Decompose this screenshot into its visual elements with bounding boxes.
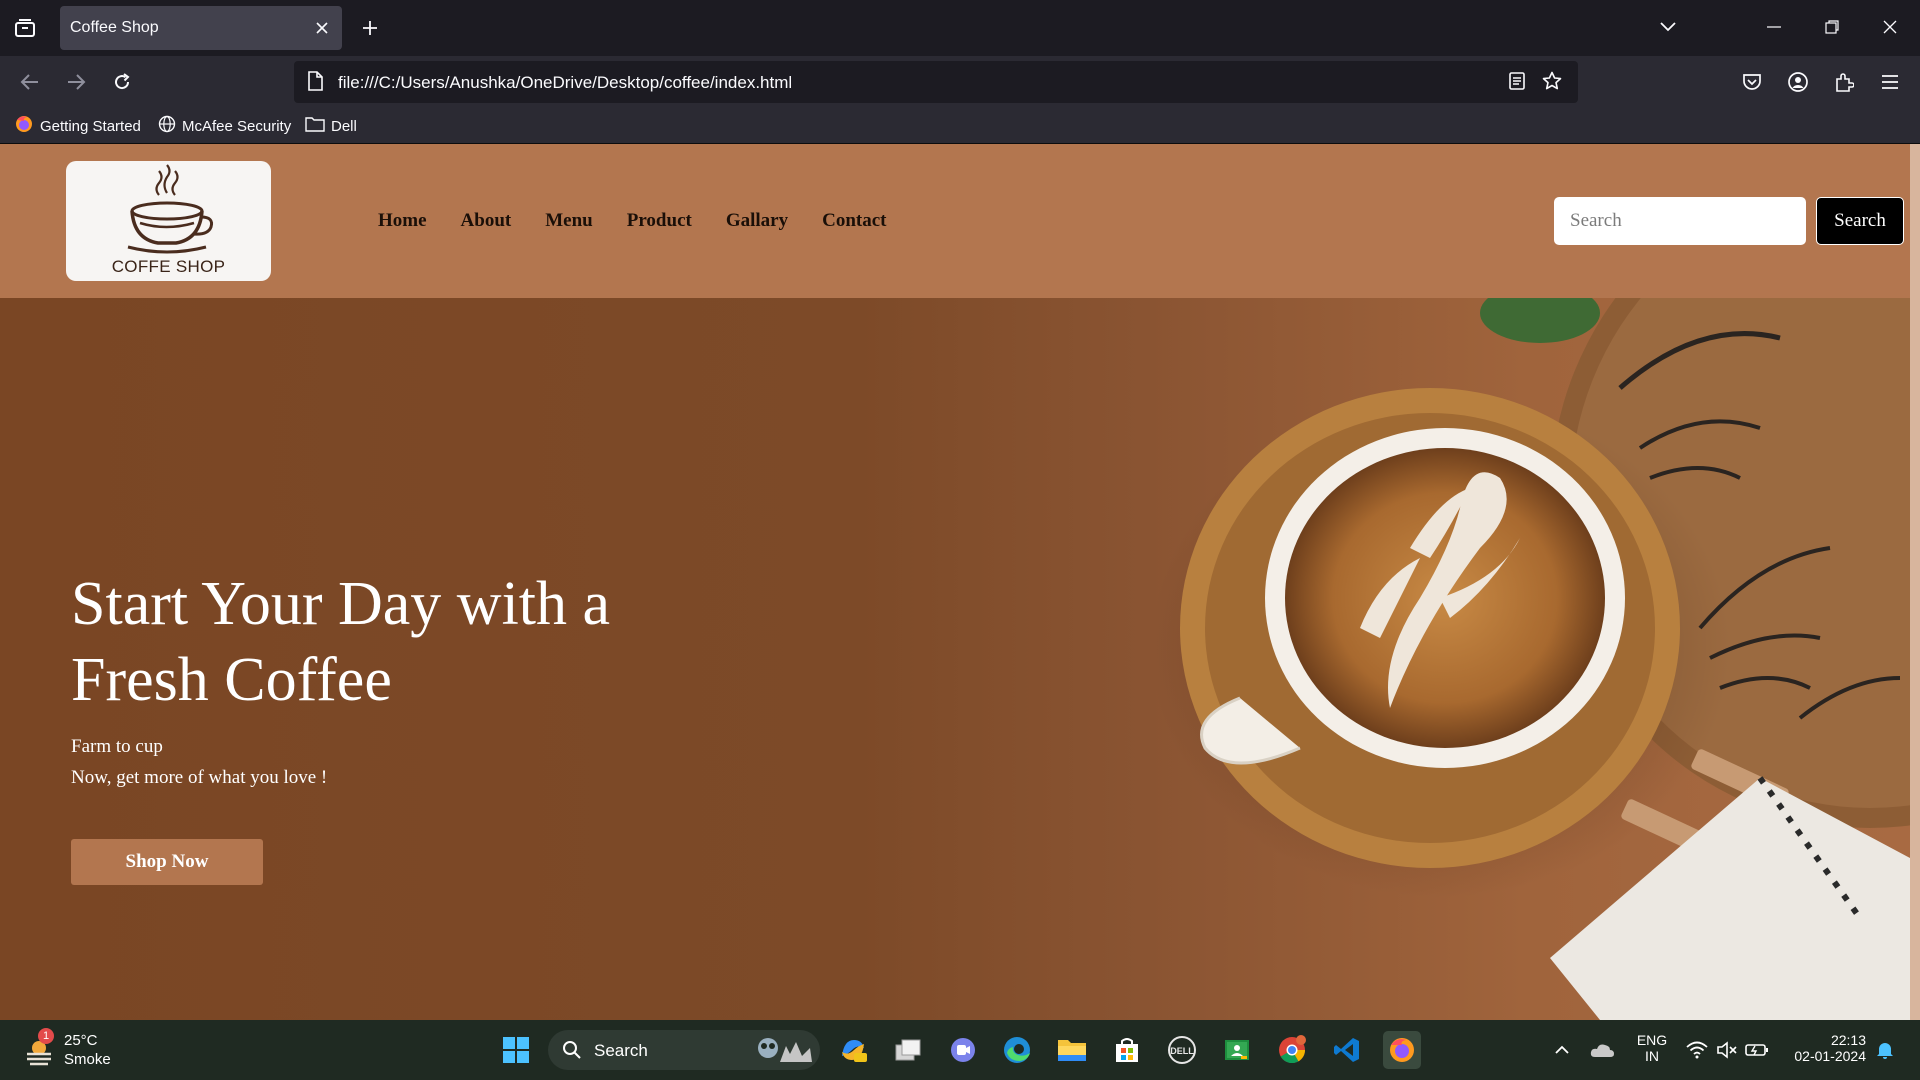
weather-widget[interactable]: 1 25°C Smoke xyxy=(22,1028,132,1072)
site-logo[interactable]: COFFE SHOP xyxy=(66,161,271,281)
show-hidden-icons-chevron[interactable] xyxy=(1543,1031,1581,1069)
bookmarks-toolbar: Getting Started McAfee Security Dell xyxy=(0,108,1920,144)
task-view-icon[interactable] xyxy=(889,1031,927,1069)
coffee-cup-logo-icon xyxy=(127,164,213,254)
weather-condition: Smoke xyxy=(64,1051,111,1068)
windows-taskbar: 1 25°C Smoke Search DELL ENG IN 22:13 02… xyxy=(0,1020,1920,1080)
app-menu-icon[interactable] xyxy=(1874,66,1906,98)
nav-link-menu[interactable]: Menu xyxy=(545,210,593,232)
dell-icon[interactable]: DELL xyxy=(1163,1031,1201,1069)
navigation-toolbar: file:///C:/Users/Anushka/OneDrive/Deskto… xyxy=(0,56,1920,108)
account-icon[interactable] xyxy=(1782,66,1814,98)
bookmark-star-icon[interactable] xyxy=(1542,71,1562,96)
firefox-taskbar-icon[interactable] xyxy=(1383,1031,1421,1069)
windows-start-icon[interactable] xyxy=(497,1031,535,1069)
teams-chat-icon[interactable] xyxy=(944,1031,982,1069)
bookmark-label: Getting Started xyxy=(40,117,141,135)
page-icon xyxy=(306,71,324,96)
restore-icon[interactable] xyxy=(1814,12,1850,42)
main-nav: Home About Menu Product Gallary Contact xyxy=(378,210,887,232)
minimize-icon[interactable] xyxy=(1756,12,1792,42)
web-page: COFFE SHOP Home About Menu Product Galla… xyxy=(0,144,1920,1020)
logo-text: COFFE SHOP xyxy=(111,257,226,276)
chevron-down-icon[interactable] xyxy=(1650,12,1686,42)
tab-coffee-shop[interactable]: Coffee Shop xyxy=(60,6,342,50)
chrome-icon[interactable] xyxy=(1273,1031,1311,1069)
google-classroom-icon[interactable] xyxy=(1218,1031,1256,1069)
page-scrollbar[interactable] xyxy=(1910,144,1920,1020)
weather-temp: 25°C xyxy=(64,1032,98,1049)
site-search-button[interactable]: Search xyxy=(1816,197,1904,245)
file-explorer-icon[interactable] xyxy=(1053,1031,1091,1069)
reader-view-icon[interactable] xyxy=(1508,71,1526,96)
back-icon[interactable] xyxy=(14,66,46,98)
extensions-icon[interactable] xyxy=(1828,66,1860,98)
pocket-icon[interactable] xyxy=(1736,66,1768,98)
svg-text:DELL: DELL xyxy=(1170,1046,1194,1056)
clock-date: 02-01-2024 xyxy=(1794,1048,1866,1064)
nav-link-contact[interactable]: Contact xyxy=(822,210,886,232)
hero-title: Start Your Day with a Fresh Coffee xyxy=(71,570,611,714)
reload-icon[interactable] xyxy=(106,66,138,98)
edge-browser-icon[interactable] xyxy=(998,1031,1036,1069)
language-indicator[interactable]: ENG IN xyxy=(1630,1032,1674,1064)
folder-icon xyxy=(305,116,325,136)
battery-icon[interactable] xyxy=(1738,1031,1776,1069)
bookmark-dell[interactable]: Dell xyxy=(305,115,357,137)
search-highlight-icon xyxy=(758,1038,812,1062)
bookmark-getting-started[interactable]: Getting Started xyxy=(14,115,141,137)
nav-link-home[interactable]: Home xyxy=(378,210,427,232)
taskbar-search-box[interactable]: Search xyxy=(548,1030,820,1070)
tab-list-icon[interactable] xyxy=(10,14,40,42)
site-header: COFFE SHOP Home About Menu Product Galla… xyxy=(0,144,1920,298)
hero-tagline-1: Farm to cup xyxy=(71,736,163,757)
nav-link-gallary[interactable]: Gallary xyxy=(726,210,788,232)
notification-bell-icon[interactable] xyxy=(1866,1031,1904,1069)
tab-title: Coffee Shop xyxy=(70,19,159,36)
close-tab-icon[interactable] xyxy=(312,18,332,38)
shop-now-button[interactable]: Shop Now xyxy=(71,839,263,885)
onedrive-icon[interactable] xyxy=(1583,1031,1621,1069)
bookmark-mcafee-security[interactable]: McAfee Security xyxy=(158,115,291,137)
clock[interactable]: 22:13 02-01-2024 xyxy=(1782,1032,1866,1064)
new-tab-icon[interactable] xyxy=(356,14,384,42)
nav-link-about[interactable]: About xyxy=(461,210,512,232)
forward-icon[interactable] xyxy=(60,66,92,98)
language-code: ENG xyxy=(1636,1032,1668,1048)
firefox-icon xyxy=(14,114,34,138)
globe-icon xyxy=(158,115,176,137)
microsoft-store-icon[interactable] xyxy=(1108,1031,1146,1069)
url-bar[interactable]: file:///C:/Users/Anushka/OneDrive/Deskto… xyxy=(294,61,1578,103)
tab-bar: Coffee Shop xyxy=(0,0,1920,56)
bookmark-label: McAfee Security xyxy=(182,117,292,135)
nav-link-product[interactable]: Product xyxy=(627,210,692,232)
copilot-icon[interactable] xyxy=(834,1031,872,1069)
bookmark-label: Dell xyxy=(331,117,357,135)
clock-time: 22:13 xyxy=(1830,1032,1866,1048)
weather-badge: 1 xyxy=(38,1028,54,1044)
hero-tagline-2: Now, get more of what you love ! xyxy=(71,767,328,788)
search-icon xyxy=(563,1041,581,1059)
region-code: IN xyxy=(1645,1048,1659,1064)
vscode-icon[interactable] xyxy=(1328,1031,1366,1069)
taskbar-search-label: Search xyxy=(594,1041,648,1060)
close-window-icon[interactable] xyxy=(1872,12,1908,42)
url-text: file:///C:/Users/Anushka/OneDrive/Deskto… xyxy=(338,73,793,92)
hero-section: Start Your Day with a Fresh Coffee Farm … xyxy=(0,298,1910,1020)
site-search-input[interactable] xyxy=(1554,197,1806,245)
